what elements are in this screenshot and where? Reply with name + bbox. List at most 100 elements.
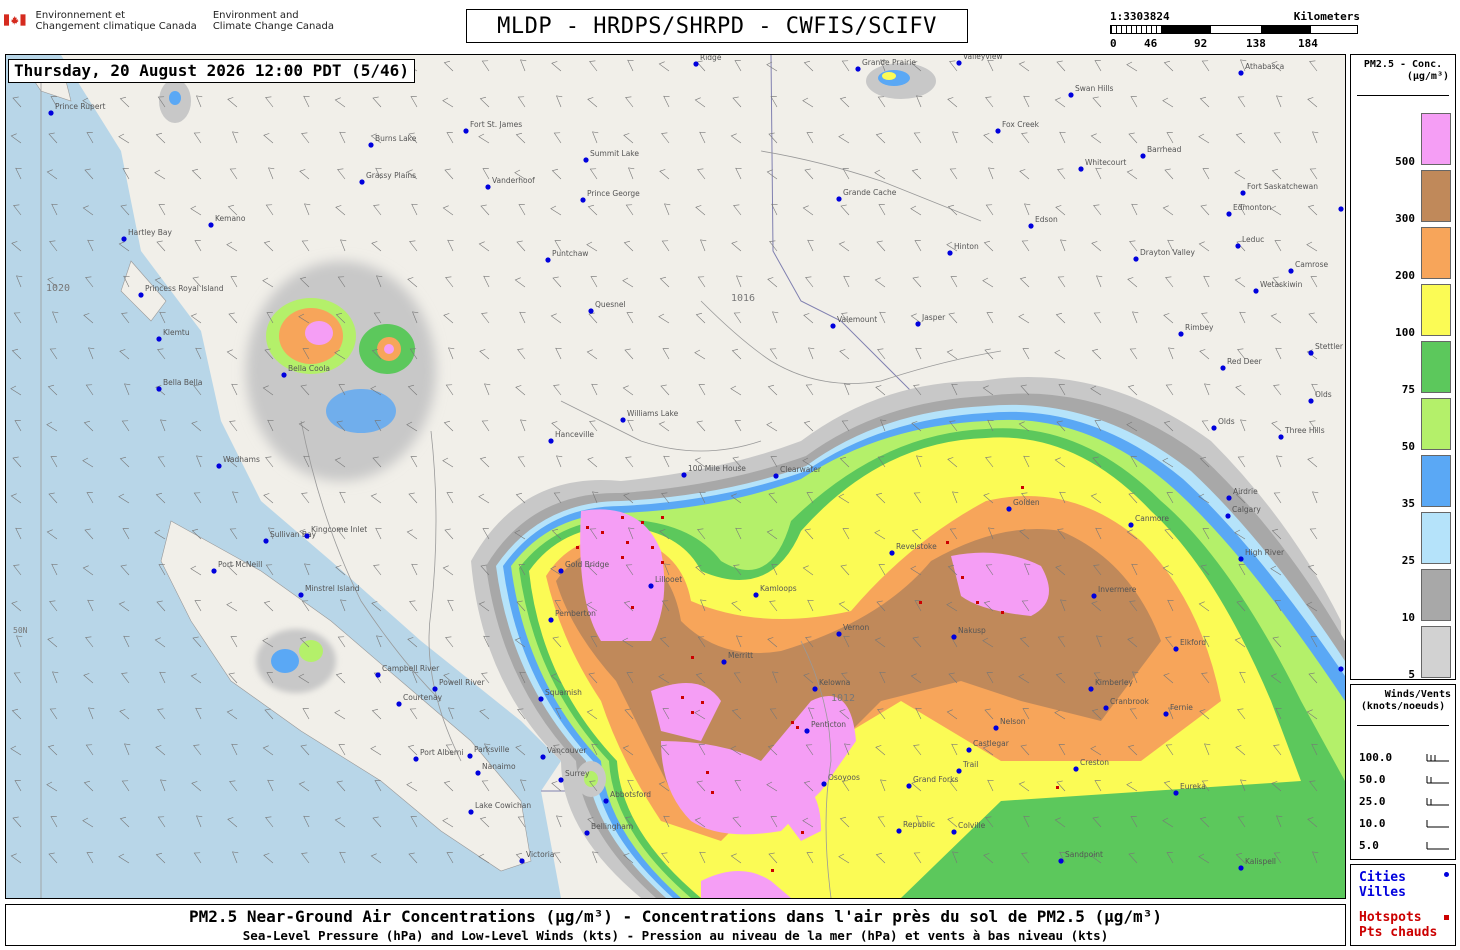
wind-barb [229, 168, 238, 180]
city-marker[interactable]: Grassy Plains [359, 171, 416, 185]
scale-bar: 1:3303824 Kilometers 0 46 92 138 184 [1110, 10, 1360, 54]
city-dot [906, 783, 912, 789]
city-marker[interactable]: Quesnel [588, 300, 626, 314]
city-marker[interactable]: Three Hills [1278, 426, 1325, 440]
city-label: Trail [962, 760, 978, 769]
city-marker[interactable]: Vanderhoof [485, 176, 535, 190]
wind-barb [586, 349, 598, 360]
wind-barb [803, 420, 814, 432]
city-dot [216, 463, 222, 469]
city-marker[interactable]: Red Deer [1220, 357, 1263, 371]
city-marker[interactable]: Grande Cache [836, 188, 897, 202]
city-marker[interactable]: Valleyview [956, 55, 1003, 66]
wind-barb [263, 493, 274, 504]
city-dot [896, 828, 902, 834]
city-label: Bella Coola [288, 364, 330, 373]
scale-tick: 184 [1298, 37, 1318, 50]
city-marker[interactable]: Rimbey [1178, 323, 1214, 337]
city-marker[interactable]: Barrhead [1140, 145, 1182, 159]
wind-barb [1126, 169, 1138, 180]
city-dot [1128, 522, 1134, 528]
wind-barb [1307, 97, 1318, 108]
wind-barb [1271, 168, 1282, 180]
city-dot [584, 830, 590, 836]
city-marker[interactable]: Summit Lake [583, 149, 639, 163]
city-marker[interactable]: Vegreville [1338, 198, 1345, 212]
city-marker[interactable]: Hanceville [548, 430, 594, 444]
wind-barb [484, 383, 491, 396]
legend-label: 10 [1401, 611, 1415, 624]
wind-barb [733, 204, 742, 216]
wind-barb [409, 240, 418, 252]
city-marker[interactable]: Hinton [947, 242, 979, 256]
wind-barb [337, 168, 346, 180]
wind-barb [553, 132, 562, 144]
city-label: Stettler [1315, 342, 1344, 351]
wind-barb [840, 204, 850, 216]
wind-barb [481, 60, 490, 72]
legend-label: 75 [1401, 383, 1415, 396]
wind-barb [730, 133, 742, 144]
city-marker[interactable]: Edson [1028, 215, 1058, 229]
city-dot [432, 686, 438, 692]
canada-flag-icon [4, 14, 26, 26]
scale-unit: Kilometers [1293, 10, 1360, 23]
hotspot-marker [621, 556, 624, 559]
city-marker[interactable]: Stettler [1308, 342, 1344, 356]
city-marker[interactable]: Whitecourt [1078, 158, 1126, 172]
city-marker[interactable]: Fort Saskatchewan [1240, 182, 1318, 196]
city-label: Kimberley [1095, 678, 1133, 687]
wind-barb [443, 60, 454, 72]
wind-barb [520, 419, 527, 432]
city-dot [558, 777, 564, 783]
city-marker[interactable]: Burns Lake [368, 134, 417, 148]
city-marker[interactable]: Swan Hills [1068, 84, 1114, 98]
city-marker[interactable]: Valemount [830, 315, 877, 329]
legend-label: 35 [1401, 497, 1415, 510]
isobar-label: 1012 [831, 693, 855, 704]
city-marker[interactable]: Fox Creek [995, 120, 1040, 134]
city-label: Drayton Valley [1140, 248, 1195, 257]
city-marker[interactable]: Edmonton [1226, 203, 1272, 217]
city-label: Princess Royal Island [145, 284, 224, 293]
wind-barb [622, 277, 634, 288]
wind-barb [517, 96, 526, 108]
city-marker[interactable]: Camrose [1288, 260, 1329, 274]
wind-barb [515, 132, 526, 144]
wind-barb [1130, 96, 1138, 108]
city-marker[interactable]: Olds [1308, 390, 1332, 404]
city-dot [1173, 646, 1179, 652]
wind-barb [479, 96, 490, 108]
city-dot [467, 753, 473, 759]
city-dot [1308, 398, 1314, 404]
wind-barb [878, 204, 886, 216]
wind-barb [1306, 241, 1318, 252]
wind-barb [1090, 133, 1102, 144]
cities-label-fr: Villes [1359, 885, 1406, 900]
city-dot [830, 323, 836, 329]
city-marker[interactable]: Athabasca [1238, 62, 1284, 76]
city-marker[interactable]: Olds [1211, 417, 1235, 431]
city-dot [540, 754, 546, 760]
city-label: Olds [1315, 390, 1332, 399]
wind-barb [874, 169, 886, 180]
city-marker[interactable]: Fort St. James [463, 120, 522, 134]
map-canvas[interactable]: 1016 1012 1020 50N Prince Rupert Hartley … [5, 54, 1346, 899]
city-marker[interactable]: Ridge [693, 55, 722, 67]
wind-barb [875, 385, 886, 396]
city-marker[interactable]: Prince George [580, 189, 640, 203]
city-marker[interactable]: Jasper [915, 313, 946, 327]
wind-barb [589, 168, 598, 180]
wind-barb [803, 60, 814, 72]
wind-barb [1235, 132, 1246, 144]
city-marker[interactable]: Puntchaw [545, 249, 588, 263]
hotspot-marker [946, 541, 949, 544]
wind-barb [626, 312, 634, 324]
city-dot [545, 257, 551, 263]
city-marker[interactable]: Wetaskiwin [1253, 280, 1303, 294]
city-marker[interactable]: Kemano [208, 214, 246, 228]
legend-label: 100 [1395, 326, 1415, 339]
wind-barb [556, 455, 563, 468]
wind-barb [952, 131, 959, 144]
city-marker[interactable]: Drayton Valley [1133, 248, 1195, 262]
